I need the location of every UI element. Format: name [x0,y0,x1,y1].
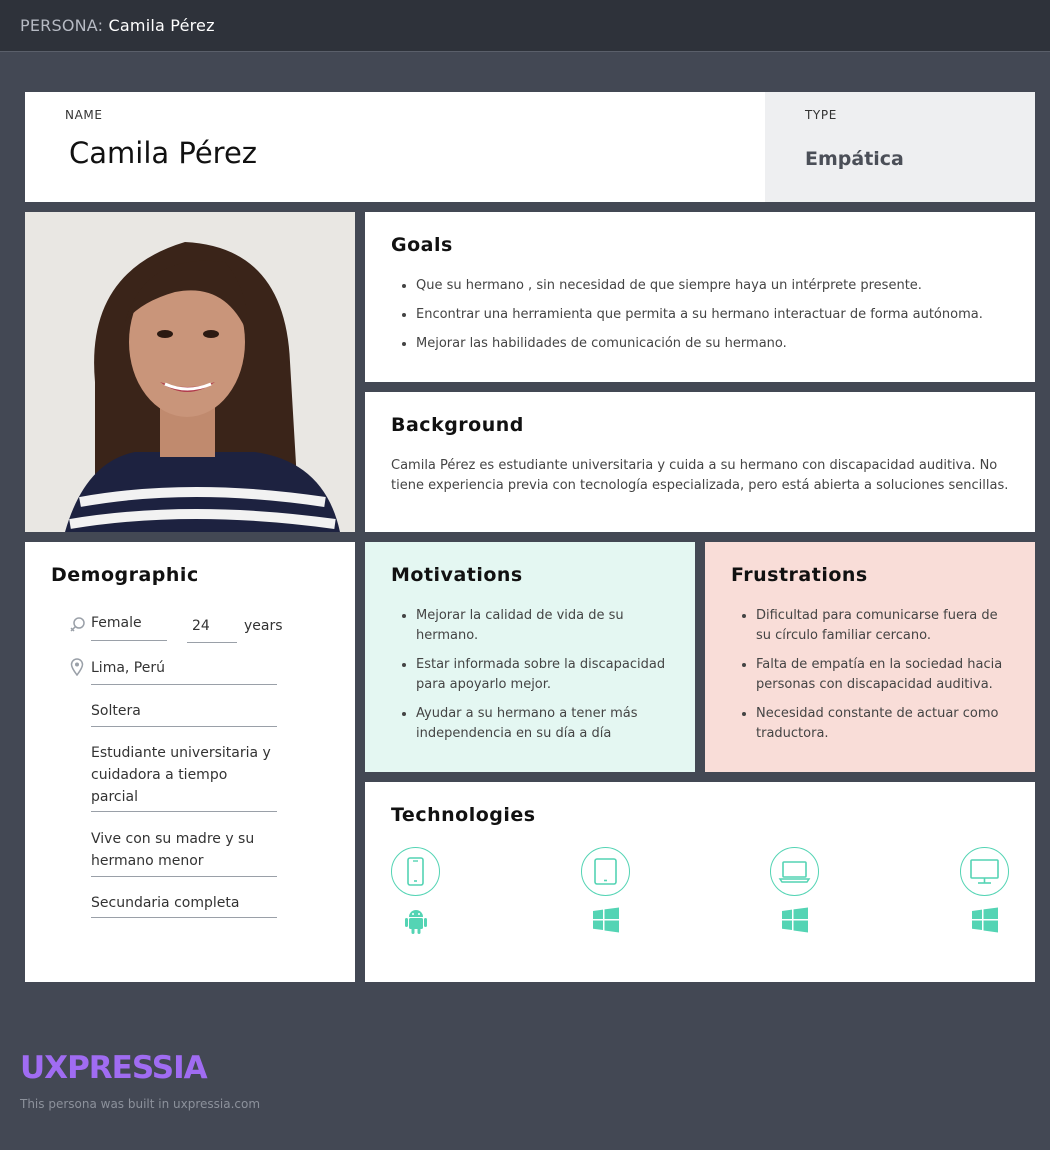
technologies-title: Technologies [391,804,536,826]
occupation-field[interactable]: Estudiante universitaria y cuidadora a t… [91,742,277,812]
background-card: Background Camila Pérez es estudiante un… [365,392,1035,532]
goals-title: Goals [391,234,453,256]
tablet-icon [581,847,630,896]
windows-icon [593,907,619,933]
top-bar: PERSONA: Camila Pérez [0,0,1050,52]
frustrations-card: Frustrations Dificultad para comunicarse… [705,542,1035,772]
frustrations-list: Dificultad para comunicarse fuera de su … [756,606,1011,753]
portrait-illustration [25,212,355,532]
location-pin-icon [70,658,84,680]
type-label: TYPE [805,108,837,122]
type-value: Empática [805,148,904,170]
smartphone-icon [391,847,440,896]
frustrations-title: Frustrations [731,564,868,586]
name-label: NAME [65,108,103,122]
persona-title: PERSONA: Camila Pérez [20,16,215,35]
name-value: Camila Pérez [69,136,258,170]
goal-item: Que su hermano , sin necesidad de que si… [416,276,1016,296]
location-field[interactable]: Lima, Perú [91,657,277,685]
motivation-item: Ayudar a su hermano a tener más independ… [416,704,676,744]
persona-photo [25,212,355,532]
android-icon [403,907,429,934]
marital-status-field[interactable]: Soltera [91,700,277,727]
education-field[interactable]: Secundaria completa [91,892,277,918]
desktop-icon [960,847,1009,896]
persona-title-prefix: PERSONA: [20,16,104,35]
gender-icon [69,616,87,638]
age-field[interactable]: 24 [187,615,237,643]
demographic-title: Demographic [51,564,199,586]
persona-title-name: Camila Pérez [108,16,215,35]
name-card: NAME Camila Pérez [25,92,765,202]
frustration-item: Necesidad constante de actuar como tradu… [756,704,1011,744]
footer-credit[interactable]: This persona was built in uxpressia.com [20,1097,260,1111]
frustration-item: Dificultad para comunicarse fuera de su … [756,606,1011,646]
goals-card: Goals Que su hermano , sin necesidad de … [365,212,1035,382]
type-card: TYPE Empática [765,92,1035,202]
gender-field[interactable]: Female [91,612,167,641]
motivation-item: Mejorar la calidad de vida de su hermano… [416,606,676,646]
windows-icon [782,907,808,933]
windows-icon [972,907,998,933]
uxpressia-logo[interactable]: UXPRESSIA [20,1050,208,1086]
frustration-item: Falta de empatía en la sociedad hacia pe… [756,655,1011,695]
laptop-icon [770,847,819,896]
age-unit-label: years [244,618,283,634]
goal-item: Mejorar las habilidades de comunicación … [416,334,1016,354]
family-field[interactable]: Vive con su madre y su hermano menor [91,828,277,877]
motivations-card: Motivations Mejorar la calidad de vida d… [365,542,695,772]
demographic-card: Demographic Female 24 years Lima, Perú S… [25,542,355,982]
motivations-list: Mejorar la calidad de vida de su hermano… [416,606,676,753]
technologies-card: Technologies [365,782,1035,982]
background-text: Camila Pérez es estudiante universitaria… [391,458,1009,493]
goal-item: Encontrar una herramienta que permita a … [416,305,1016,325]
goals-list: Que su hermano , sin necesidad de que si… [416,276,1016,363]
background-title: Background [391,414,524,436]
motivations-title: Motivations [391,564,523,586]
motivation-item: Estar informada sobre la discapacidad pa… [416,655,676,695]
